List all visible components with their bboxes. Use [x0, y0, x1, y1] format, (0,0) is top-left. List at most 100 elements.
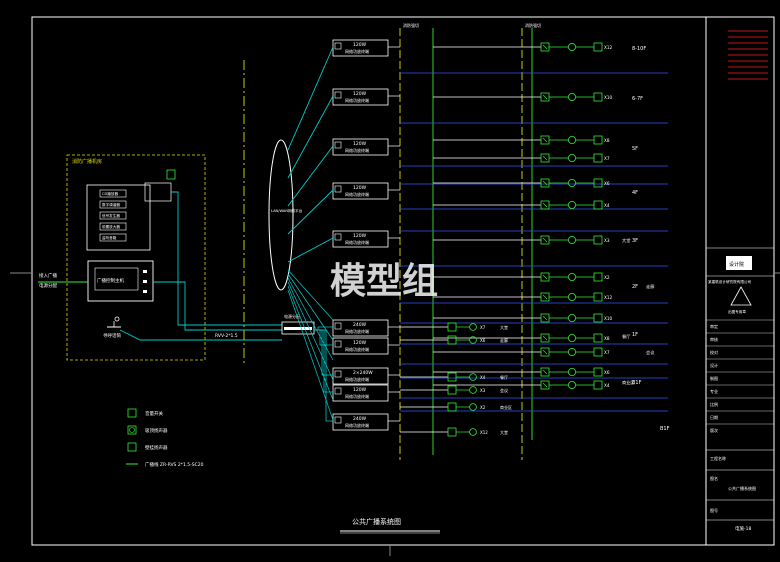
volume-switch-mark: [542, 274, 548, 280]
floor-zone-label: 餐厅: [622, 333, 630, 340]
floor-label: 8-10F: [632, 46, 646, 52]
column-label-2: 消防强切: [525, 22, 541, 28]
logo-text: 设计院: [729, 261, 744, 268]
device-label: 监听音箱: [102, 235, 117, 240]
branch-switch-icon: [447, 427, 457, 437]
amplifier-port-icon: [334, 416, 342, 424]
amplifier-power: 120W: [353, 185, 367, 191]
input-note: 接入广播: [39, 272, 57, 279]
branch-speaker-icon: [469, 373, 477, 381]
ceiling-speaker-icon: [568, 380, 577, 389]
host-indicator-2: [143, 280, 147, 283]
tb-row-label: 制图: [710, 375, 718, 381]
branch-switch-icon: [447, 385, 457, 395]
wall-speaker-icon: [593, 200, 603, 210]
branch-zone: 大堂: [500, 324, 508, 330]
volume-switch-mark: [542, 155, 548, 161]
volume-switch-mark: [542, 137, 548, 143]
volume-switch-mark: [542, 237, 548, 243]
volume-switch-mark: [542, 44, 548, 50]
amplifier-power: 240W: [353, 416, 367, 422]
tb-row-label: 专业: [710, 388, 718, 394]
amplifier-sub: 网络功放终端: [345, 328, 369, 334]
drawing-label: 图名: [710, 475, 718, 481]
branch-switch-icon: [447, 402, 457, 412]
branch-speaker-icon: [469, 336, 477, 344]
ceiling-speaker-icon: [568, 333, 577, 342]
wall-speaker-icon: [593, 135, 603, 145]
mic-label: 寻呼话筒: [103, 332, 121, 339]
amplifier-power: 120W: [353, 340, 367, 346]
cable-label: RVV-2*1.5: [215, 333, 238, 339]
ceiling-speaker-icon: [568, 367, 577, 376]
cad-drawing: 消防广播机房 CD播放器 数字调谐器 信号发生器 前置放大器 监听音箱 广播控制主机 接…: [0, 0, 780, 558]
branch-switch-icon: [447, 335, 457, 345]
input-note-2: 电源分配: [39, 282, 57, 289]
wall-speaker-icon: [593, 272, 603, 282]
device-label: 信号发生器: [102, 213, 120, 218]
volume-switch-mark: [542, 294, 548, 300]
volume-switch-mark: [542, 335, 548, 341]
branch-zone: 大堂: [500, 429, 508, 435]
ceiling-speaker-icon: [568, 347, 577, 356]
amplifier-port-icon: [334, 233, 342, 241]
branch-zone: 走廊: [500, 337, 508, 343]
wall-speaker-icon: [593, 367, 603, 377]
wall-speaker-icon: [593, 313, 603, 323]
amplifier-port-icon: [334, 387, 342, 395]
speaker-count: X8: [604, 138, 610, 143]
device-label: 数字调谐器: [102, 202, 120, 207]
volume-switch-mark: [542, 202, 548, 208]
host-to-router: [153, 281, 282, 331]
ceiling-speaker-icon: [568, 200, 577, 209]
network-feed-line: [287, 273, 334, 341]
tb-row-label: 设计: [710, 362, 718, 368]
amplifier-sub: 网络功放终端: [345, 346, 369, 352]
drawing-name: 公共广播系统图: [728, 485, 756, 491]
amplifier-port-icon: [334, 185, 342, 193]
tb-row-label: 审定: [710, 323, 718, 329]
speaker-count: X7: [604, 350, 610, 355]
speaker-count: X10: [604, 95, 613, 100]
network-cloud: [268, 139, 294, 291]
host-indicator-3: [143, 290, 147, 293]
ceiling-speaker-icon: [568, 153, 577, 162]
device-label: 前置放大器: [102, 224, 120, 229]
column-label-1: 消防强切: [403, 22, 419, 28]
legend-label: 广播线 ZR-RVS 2*1.5-SC20: [145, 461, 204, 468]
amplifier-sub: 网络功放终端: [345, 147, 369, 153]
number-value: 电施-18: [735, 525, 751, 532]
speaker-count: X12: [604, 295, 613, 300]
amplifier-power: 240W: [353, 322, 367, 328]
branch-switch-icon: [447, 372, 457, 382]
amplifier-sub: 网络功放终端: [345, 239, 369, 245]
speaker-count: X8: [604, 336, 610, 341]
switch-feed-line: [314, 326, 333, 331]
floor-zone-label: 走廊: [646, 283, 654, 290]
system-diagram: 消防广播机房 CD播放器数字调谐器信号发生器前置放大器监听音箱 广播控制主机 接…: [10, 16, 780, 556]
legend-label: 壁挂扬声器: [145, 444, 168, 451]
ceiling-speaker-icon: [568, 292, 577, 301]
branch-count: X4: [480, 375, 486, 380]
wall-speaker-icon: [593, 92, 603, 102]
floor-zone-label: 大堂: [622, 237, 630, 244]
legend-label: 吸顶扬声器: [145, 427, 168, 434]
rack-to-router: [171, 191, 282, 326]
amplifier-sub: 网络功放终端: [345, 422, 369, 428]
amplifier-port-icon: [334, 340, 342, 348]
legend-label: 音量开关: [145, 410, 163, 417]
speaker-count: X12: [604, 45, 613, 50]
wall-speaker-icon: [593, 235, 603, 245]
volume-switch-mark: [542, 382, 548, 388]
switch-feed-line: [314, 329, 333, 376]
speaker-count: X4: [604, 203, 610, 208]
ceiling-speaker-icon: [568, 135, 577, 144]
amplifier-port-icon: [334, 42, 342, 50]
speaker-count: X6: [604, 181, 610, 186]
stamp-icon: [730, 286, 752, 306]
branch-count: X6: [480, 338, 486, 343]
floor-label: 5F: [632, 146, 638, 152]
switch-ports: [284, 327, 312, 330]
amplifier-port-icon: [334, 141, 342, 149]
branch-zone: 会议: [500, 387, 508, 393]
